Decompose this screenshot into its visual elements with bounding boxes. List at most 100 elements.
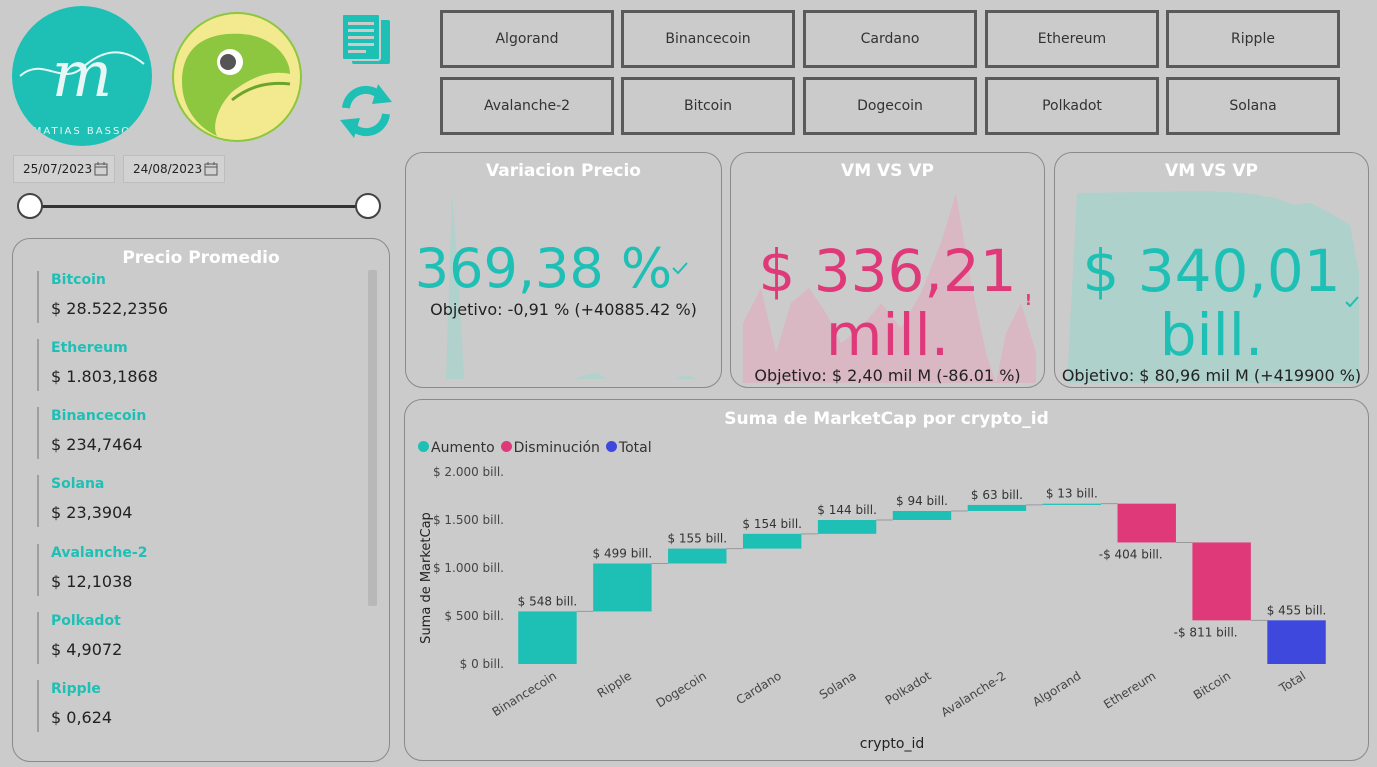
precio-promedio-scrollbar[interactable] bbox=[368, 270, 377, 606]
x-tick-label: Solana bbox=[817, 669, 859, 702]
crypto-avg-price: $ 234,7464 bbox=[51, 435, 143, 454]
crypto-name: Ethereum bbox=[51, 340, 128, 356]
kpi2-title: VM VS VP bbox=[841, 161, 934, 181]
crypto-button-avalanche-2[interactable]: Avalanche-2 bbox=[440, 77, 614, 135]
list-item: Ripple $ 0,624 bbox=[37, 680, 112, 732]
list-item: Polkadot $ 4,9072 bbox=[37, 612, 122, 664]
crypto-avg-price: $ 28.522,2356 bbox=[51, 299, 169, 318]
y-tick-label: $ 1.500 bill. bbox=[433, 513, 504, 527]
waterfall-bar bbox=[593, 563, 652, 612]
check-icon bbox=[672, 262, 688, 275]
kpi1-objective: Objetivo: -0,91 % (+40885.42 %) bbox=[430, 300, 697, 319]
data-label: $ 455 bill. bbox=[1267, 603, 1327, 617]
waterfall-chart: $ 0 bill. $ 500 bill. $ 1.000 bill. $ 1.500… bbox=[419, 465, 1327, 752]
kpi2-value-line1: $ 336,21 bbox=[758, 237, 1017, 305]
y-tick-label: $ 0 bill. bbox=[460, 657, 504, 671]
y-tick-label: $ 2.000 bill. bbox=[433, 465, 504, 479]
kpi1-title: Variacion Precio bbox=[486, 161, 641, 181]
list-item: Bitcoin $ 28.522,2356 bbox=[37, 271, 168, 323]
list-item: Avalanche-2 $ 12,1038 bbox=[37, 544, 147, 596]
waterfall-bar bbox=[1117, 503, 1176, 543]
matias-logo-art: m MATIAS BASSO bbox=[19, 38, 145, 137]
data-label: -$ 404 bill. bbox=[1099, 547, 1163, 561]
crypto-button-cardano[interactable]: Cardano bbox=[803, 10, 977, 68]
waterfall-bar bbox=[742, 533, 802, 549]
data-label: $ 13 bill. bbox=[1046, 487, 1098, 501]
calendar-icon[interactable] bbox=[94, 162, 108, 176]
data-label: $ 499 bill. bbox=[593, 546, 653, 560]
data-label: $ 548 bill. bbox=[518, 594, 578, 608]
start-date-value: 25/07/2023 bbox=[23, 162, 93, 176]
waterfall-bar bbox=[668, 548, 727, 564]
data-label: $ 144 bill. bbox=[817, 503, 877, 517]
waterfall-bar bbox=[817, 520, 877, 534]
kpi2-value-line2: mill. bbox=[825, 301, 950, 369]
kpi3-value-line2: bill. bbox=[1159, 301, 1264, 369]
crypto-name: Bitcoin bbox=[51, 272, 106, 288]
y-tick-label: $ 500 bill. bbox=[444, 609, 504, 623]
crypto-avg-price: $ 0,624 bbox=[51, 708, 113, 727]
kpi-variacion-precio-card: Variacion Precio 369,38 % Objetivo: -0,9… bbox=[405, 152, 722, 388]
x-tick-label: Algorand bbox=[1030, 669, 1083, 709]
warning-icon: ! bbox=[1025, 291, 1032, 309]
x-axis-label: crypto_id bbox=[860, 736, 924, 752]
crypto-avg-price: $ 4,9072 bbox=[51, 640, 123, 659]
x-tick-label: Binancecoin bbox=[490, 669, 559, 720]
report-document-icon[interactable] bbox=[338, 12, 396, 68]
crypto-name: Polkadot bbox=[51, 613, 121, 629]
kpi-vm-vs-vp-card-2: VM VS VP $ 340,01 bill. Objetivo: $ 80,9… bbox=[1054, 152, 1369, 388]
date-slider-end-handle[interactable] bbox=[355, 193, 381, 219]
waterfall-bar bbox=[518, 611, 577, 664]
matias-logo-initial: m bbox=[52, 38, 113, 112]
kpi2-objective: Objetivo: $ 2,40 mil M (-86.01 %) bbox=[754, 366, 1021, 385]
x-tick-label: Bitcoin bbox=[1191, 669, 1233, 703]
precio-promedio-title: Precio Promedio bbox=[122, 248, 280, 268]
end-date-value: 24/08/2023 bbox=[133, 162, 203, 176]
crypto-name: Avalanche-2 bbox=[51, 545, 148, 561]
x-tick-label: Ethereum bbox=[1101, 669, 1158, 712]
waterfall-bar bbox=[1042, 503, 1102, 505]
crypto-button-ripple[interactable]: Ripple bbox=[1166, 10, 1340, 68]
crypto-button-ethereum[interactable]: Ethereum bbox=[985, 10, 1159, 68]
waterfall-bar bbox=[1192, 542, 1251, 621]
crypto-button-polkadot[interactable]: Polkadot bbox=[985, 77, 1159, 135]
waterfall-bar bbox=[967, 504, 1027, 511]
x-tick-label: Polkadot bbox=[883, 669, 934, 708]
waterfall-bar bbox=[892, 510, 952, 520]
x-tick-label: Ripple bbox=[595, 669, 634, 701]
crypto-button-dogecoin[interactable]: Dogecoin bbox=[803, 77, 977, 135]
crypto-avg-price: $ 23,3904 bbox=[51, 503, 133, 522]
crypto-name: Solana bbox=[51, 476, 105, 492]
x-tick-label: Dogecoin bbox=[654, 669, 709, 711]
crypto-button-bitcoin[interactable]: Bitcoin bbox=[621, 77, 795, 135]
crypto-button-binancecoin[interactable]: Binancecoin bbox=[621, 10, 795, 68]
precio-promedio-panel: Precio Promedio Bitcoin $ 28.522,2356 Et… bbox=[12, 238, 390, 762]
end-date-input[interactable]: 24/08/2023 bbox=[123, 155, 225, 183]
date-slider-start-handle[interactable] bbox=[17, 193, 43, 219]
start-date-input[interactable]: 25/07/2023 bbox=[13, 155, 115, 183]
list-item: Solana $ 23,3904 bbox=[37, 475, 132, 527]
matias-basso-logo: m MATIAS BASSO bbox=[12, 6, 152, 146]
crypto-name: Ripple bbox=[51, 681, 101, 697]
coingecko-logo bbox=[172, 12, 302, 142]
x-tick-label: Avalanche-2 bbox=[938, 669, 1008, 720]
calendar-icon[interactable] bbox=[204, 162, 218, 176]
waterfall-bar bbox=[1267, 620, 1326, 664]
gecko-icon bbox=[174, 14, 300, 140]
crypto-avg-price: $ 1.803,1868 bbox=[51, 367, 158, 386]
data-label: $ 155 bill. bbox=[667, 532, 727, 546]
list-item: Binancecoin $ 234,7464 bbox=[37, 407, 146, 459]
kpi2-value: $ 336,21 mill. bbox=[731, 239, 1044, 367]
kpi3-title: VM VS VP bbox=[1165, 161, 1258, 181]
crypto-avg-price: $ 12,1038 bbox=[51, 572, 133, 591]
refresh-icon[interactable] bbox=[338, 82, 394, 140]
data-label: -$ 811 bill. bbox=[1174, 625, 1238, 639]
data-label: $ 63 bill. bbox=[971, 488, 1023, 502]
date-slider-track[interactable] bbox=[30, 205, 368, 208]
y-axis-label: Suma de MarketCap bbox=[419, 512, 434, 644]
x-tick-label: Total bbox=[1276, 669, 1308, 696]
x-tick-label: Cardano bbox=[734, 669, 784, 708]
crypto-button-algorand[interactable]: Algorand bbox=[440, 10, 614, 68]
kpi-vm-vs-vp-card: VM VS VP $ 336,21 mill. ! Objetivo: $ 2,… bbox=[730, 152, 1045, 388]
crypto-button-solana[interactable]: Solana bbox=[1166, 77, 1340, 135]
